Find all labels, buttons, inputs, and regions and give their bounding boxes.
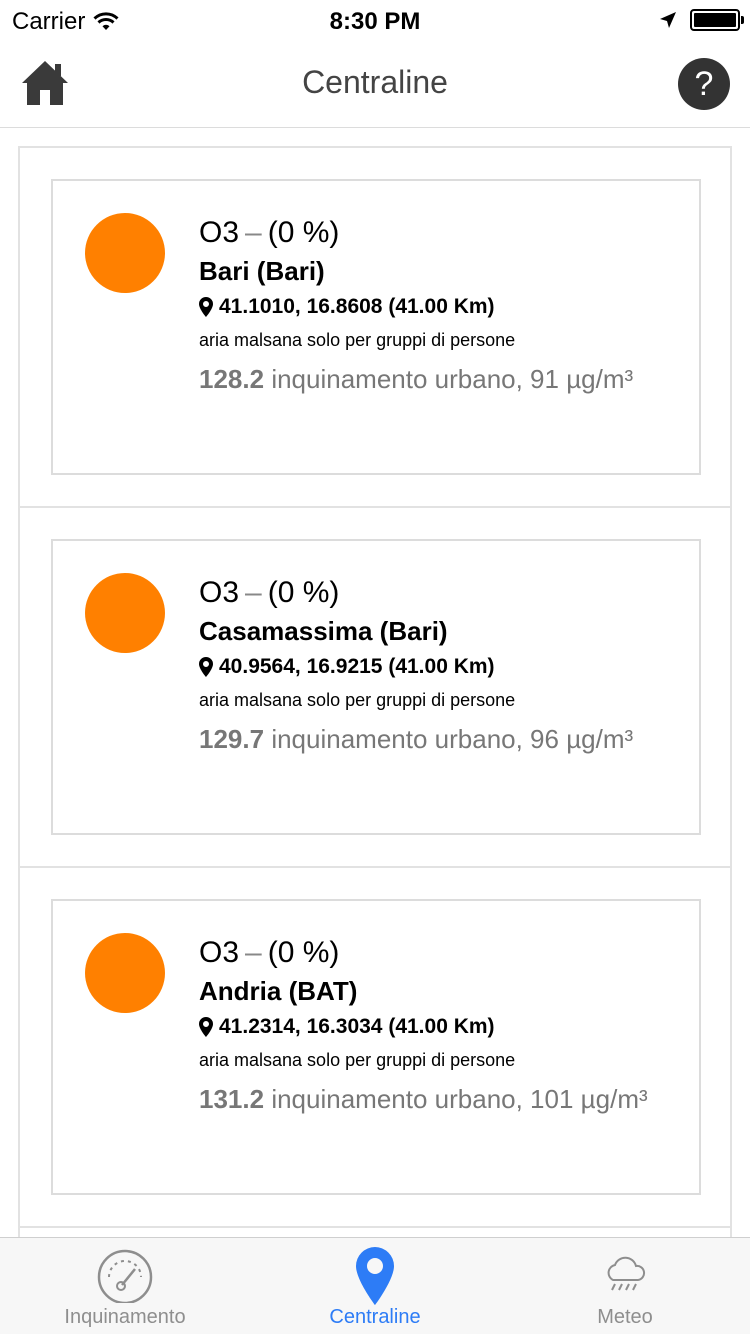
tab-centraline[interactable]: Centraline — [250, 1238, 500, 1334]
measurement: 129.7 inquinamento urbano, 96 µg/m³ — [199, 719, 679, 759]
coords-text: 40.9564, 16.9215 (41.00 Km) — [219, 655, 495, 678]
map-marker-icon — [199, 657, 213, 677]
location-arrow-icon — [660, 12, 676, 28]
map-marker-icon — [199, 297, 213, 317]
station-details: O3– (0 %) Casamassima (Bari) 40.9564, 16.… — [199, 575, 679, 759]
pollutant-line: O3– (0 %) — [199, 575, 679, 611]
coords-text: 41.1010, 16.8608 (41.00 Km) — [219, 295, 495, 318]
map-marker-icon — [199, 1017, 213, 1037]
pollutant-name: O3 — [199, 936, 240, 969]
measurement: 131.2 inquinamento urbano, 101 µg/m³ — [199, 1079, 679, 1119]
list-item[interactable]: O3– (0 %) Andria (BAT) 41.2314, 16.3034 (… — [20, 868, 730, 1228]
station-details: O3– (0 %) Andria (BAT) 41.2314, 16.3034 (… — [199, 935, 679, 1119]
air-quality-text: aria malsana solo per gruppi di persone — [199, 1050, 516, 1070]
station-name: Bari (Bari) — [199, 256, 325, 286]
pollutant-separator: – — [245, 216, 262, 249]
rain-cloud-icon — [595, 1246, 655, 1306]
stations-list: O3– (0 %) Bari (Bari) 41.1010, 16.8608 (4… — [18, 146, 732, 1246]
measurement-description: inquinamento urbano, 96 µg/m³ — [271, 724, 634, 754]
air-quality-dot — [85, 573, 165, 653]
pollutant-name: O3 — [199, 576, 240, 609]
status-indicators — [658, 9, 744, 31]
station-card[interactable]: O3– (0 %) Andria (BAT) 41.2314, 16.3034 (… — [51, 899, 701, 1195]
station-card[interactable]: O3– (0 %) Bari (Bari) 41.1010, 16.8608 (4… — [51, 179, 701, 475]
tab-bar: Inquinamento Centraline Meteo — [0, 1237, 750, 1334]
pollutant-separator: – — [245, 576, 262, 609]
tab-label: Centraline — [329, 1306, 421, 1328]
measurement-description: inquinamento urbano, 91 µg/m³ — [271, 364, 634, 394]
air-quality-dot — [85, 213, 165, 293]
station-coords: 41.2314, 16.3034 (41.00 Km) — [199, 1013, 679, 1041]
battery-icon — [690, 9, 744, 31]
help-button[interactable]: ? — [678, 58, 730, 110]
pollutant-line: O3– (0 %) — [199, 935, 679, 971]
air-quality-text: aria malsana solo per gruppi di persone — [199, 690, 516, 710]
location-pin-icon — [345, 1246, 405, 1306]
pollutant-percent: (0 %) — [267, 576, 340, 609]
air-quality-dot — [85, 933, 165, 1013]
list-item[interactable]: O3– (0 %) Casamassima (Bari) 40.9564, 16.… — [20, 508, 730, 868]
pollutant-percent: (0 %) — [267, 216, 340, 249]
station-card[interactable]: O3– (0 %) Casamassima (Bari) 40.9564, 16.… — [51, 539, 701, 835]
list-item[interactable]: O3– (0 %) Bari (Bari) 41.1010, 16.8608 (4… — [20, 148, 730, 508]
status-time: 8:30 PM — [329, 8, 421, 35]
page-title: Centraline — [302, 64, 448, 100]
pollutant-percent: (0 %) — [267, 936, 340, 969]
pollutant-separator: – — [245, 936, 262, 969]
pollutant-name: O3 — [199, 216, 240, 249]
station-details: O3– (0 %) Bari (Bari) 41.1010, 16.8608 (4… — [199, 215, 679, 399]
measurement-value: 129.7 — [199, 724, 265, 754]
pollutant-line: O3– (0 %) — [199, 215, 679, 251]
station-name: Andria (BAT) — [199, 976, 358, 1006]
navigation-bar: Centraline ? — [0, 40, 750, 128]
tab-label: Meteo — [597, 1306, 653, 1328]
measurement-value: 131.2 — [199, 1084, 265, 1114]
coords-text: 41.2314, 16.3034 (41.00 Km) — [219, 1015, 495, 1038]
station-coords: 41.1010, 16.8608 (41.00 Km) — [199, 293, 679, 321]
measurement: 128.2 inquinamento urbano, 91 µg/m³ — [199, 359, 679, 399]
status-bar: Carrier 8:30 PM — [0, 0, 750, 40]
station-coords: 40.9564, 16.9215 (41.00 Km) — [199, 653, 679, 681]
measurement-description: inquinamento urbano, 101 µg/m³ — [271, 1084, 648, 1114]
help-icon: ? — [694, 65, 714, 103]
gauge-icon — [95, 1246, 155, 1306]
air-quality-text: aria malsana solo per gruppi di persone — [199, 330, 516, 350]
measurement-value: 128.2 — [199, 364, 265, 394]
tab-inquinamento[interactable]: Inquinamento — [0, 1238, 250, 1334]
tab-label: Inquinamento — [64, 1306, 186, 1328]
tab-meteo[interactable]: Meteo — [500, 1238, 750, 1334]
station-name: Casamassima (Bari) — [199, 616, 448, 646]
